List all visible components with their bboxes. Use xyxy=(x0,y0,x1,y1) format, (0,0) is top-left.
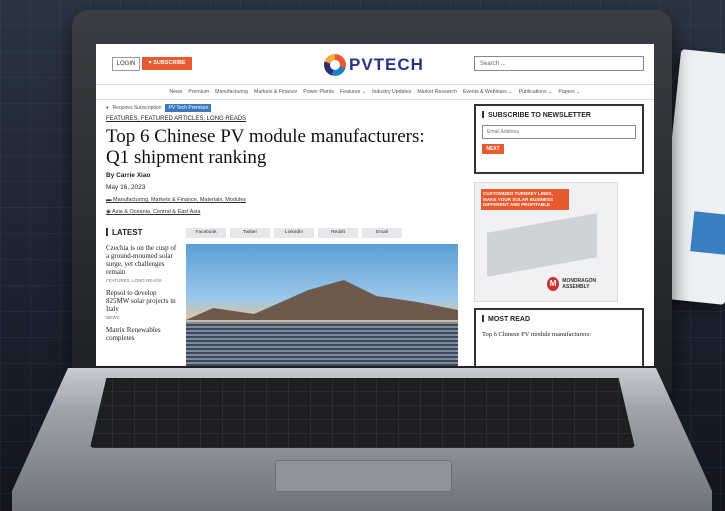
folder-icon: ▬ xyxy=(106,197,114,203)
laptop-screen: LOGIN ♥ SUBSCRIBE PVTECH Search ... News… xyxy=(96,44,654,366)
nav-item-power-plants[interactable]: Power Plants xyxy=(303,85,334,99)
article-title: Top 6 Chinese PV module manufacturers: Q… xyxy=(106,126,425,168)
next-button[interactable]: NEXT xyxy=(482,144,504,154)
list-item[interactable]: Matrix Renewables completes xyxy=(106,326,181,342)
laptop-touchpad xyxy=(275,460,452,492)
latest-item-title: Repsol to develop 825MW solar projects i… xyxy=(106,289,176,313)
subscribe-label: SUBSCRIBE xyxy=(153,60,186,66)
nav-item-industry-updates[interactable]: Industry Updates xyxy=(372,85,411,99)
sidebar: SUBSCRIBE TO NEWSLETTER Email Address NE… xyxy=(474,104,644,366)
diamond-icon: ♦ xyxy=(106,105,109,111)
brochure-image xyxy=(690,211,725,256)
nav-item-premium[interactable]: Premium xyxy=(188,85,209,99)
nav-item-news[interactable]: News xyxy=(169,85,182,99)
latest-item-meta: FEATURES, LONG READS xyxy=(106,278,162,283)
article-regions[interactable]: ◉ Asia & Oceania, Central & East Asia xyxy=(106,209,466,215)
site-header: LOGIN ♥ SUBSCRIBE PVTECH Search ... xyxy=(96,44,654,84)
nav-item-publications[interactable]: Publications ⌄ xyxy=(519,85,553,99)
share-reddit-button[interactable]: Reddit xyxy=(318,228,358,238)
article-categories[interactable]: FEATURES, FEATURED ARTICLES, LONG READS xyxy=(106,116,466,122)
share-bar: Facebook Twitter LinkedIn Reddit Email xyxy=(186,228,402,238)
nav-item-papers[interactable]: Papers ⌄ xyxy=(558,85,580,99)
article-regions-text: Asia & Oceania, Central & East Asia xyxy=(112,209,201,215)
nav-item-manufacturing[interactable]: Manufacturing xyxy=(215,85,248,99)
laptop-keyboard xyxy=(90,378,635,448)
latest-item-title: Czechia is on the cusp of a ground-mount… xyxy=(106,244,177,276)
ad-brand: MONDRAGON ASSEMBLY xyxy=(562,278,597,290)
main-nav: News Premium Manufacturing Markets & Fin… xyxy=(96,84,654,100)
newsletter-box: SUBSCRIBE TO NEWSLETTER Email Address NE… xyxy=(474,104,644,174)
subscription-tag: ♦ Requires Subscription PV Tech Premium xyxy=(106,104,466,112)
site-logo[interactable]: PVTECH xyxy=(324,52,424,78)
subscribe-button[interactable]: ♥ SUBSCRIBE xyxy=(142,57,192,70)
premium-badge[interactable]: PV Tech Premium xyxy=(165,104,212,112)
hero-mountain xyxy=(186,280,458,320)
article-header: ♦ Requires Subscription PV Tech Premium … xyxy=(106,104,466,215)
nav-item-events[interactable]: Events & Webinars ⌄ xyxy=(463,85,513,99)
nav-item-markets[interactable]: Markets & Finance xyxy=(254,85,297,99)
sidebar-ad[interactable]: CUSTOMIZED TURNKEY LINES, MAKE YOUR SOLA… xyxy=(474,182,618,302)
share-facebook-button[interactable]: Facebook xyxy=(186,228,226,238)
ad-logo: M MONDRAGON ASSEMBLY xyxy=(547,277,617,291)
article-tags[interactable]: ▬ Manufacturing, Markets & Finance, Mate… xyxy=(106,197,466,203)
article-hero-image xyxy=(186,244,458,366)
article-date: May 16, 2023 xyxy=(106,184,146,191)
search-input[interactable]: Search ... xyxy=(474,56,644,71)
share-email-button[interactable]: Email xyxy=(362,228,402,238)
email-field[interactable]: Email Address xyxy=(482,125,636,139)
latest-heading: LATEST xyxy=(106,228,143,237)
article-author[interactable]: By Carrie Xiao xyxy=(106,172,466,179)
requires-subscription: Requires Subscription xyxy=(112,105,162,111)
latest-item-meta: NEWS xyxy=(106,315,120,320)
article-tags-text: Manufacturing, Markets & Finance, Materi… xyxy=(113,197,247,203)
logo-text: PVTECH xyxy=(349,55,424,74)
most-read-box: MOST READ Top 6 Chinese PV module manufa… xyxy=(474,308,644,366)
ad-text: CUSTOMIZED TURNKEY LINES, MAKE YOUR SOLA… xyxy=(481,189,569,210)
share-linkedin-button[interactable]: LinkedIn xyxy=(274,228,314,238)
list-item[interactable]: Czechia is on the cusp of a ground-mount… xyxy=(106,244,181,285)
nav-item-market-research[interactable]: Market Research xyxy=(417,85,457,99)
ad-logo-icon: M xyxy=(547,277,560,291)
ad-machine-image xyxy=(487,213,597,277)
login-button[interactable]: LOGIN xyxy=(112,57,140,71)
most-read-heading: MOST READ xyxy=(482,315,636,323)
most-read-item[interactable]: Top 6 Chinese PV module manufacturers: xyxy=(482,331,636,338)
list-item[interactable]: Repsol to develop 825MW solar projects i… xyxy=(106,289,181,322)
latest-list: Czechia is on the cusp of a ground-mount… xyxy=(106,244,181,346)
logo-icon xyxy=(324,54,346,76)
nav-item-features[interactable]: Features ⌄ xyxy=(340,85,366,99)
hero-solar-rows xyxy=(186,322,458,366)
latest-item-title: Matrix Renewables completes xyxy=(106,326,161,342)
share-twitter-button[interactable]: Twitter xyxy=(230,228,270,238)
newsletter-heading: SUBSCRIBE TO NEWSLETTER xyxy=(482,111,636,119)
